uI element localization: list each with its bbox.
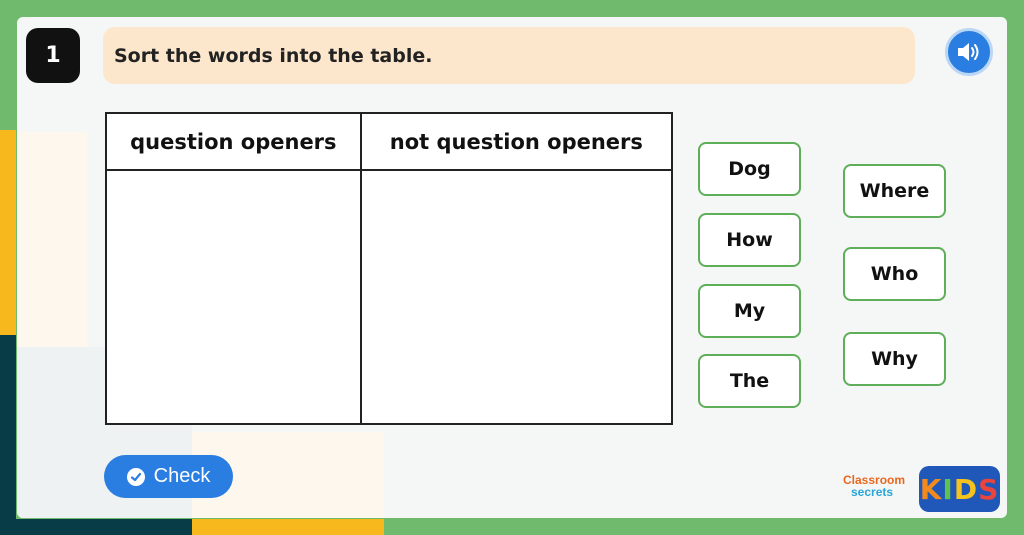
check-circle-icon (126, 467, 145, 486)
drop-zone-not-question-openers[interactable] (359, 169, 674, 425)
card-tint (17, 132, 87, 347)
background-block-navy (0, 335, 16, 535)
background-block-yellow-bottom (192, 519, 384, 535)
check-button-label: Check (153, 465, 211, 487)
classroom-secrets-logo: Classroom secrets (843, 474, 915, 508)
logo-letter-i: I (942, 472, 954, 506)
speaker-icon (958, 43, 979, 61)
logo-letter-s: S (978, 472, 1000, 506)
activity-card: 1 Sort the words into the table. questio… (17, 17, 1007, 518)
instruction-text: Sort the words into the table. (114, 44, 433, 67)
column-header-question-openers: question openers (105, 112, 362, 171)
word-tile-dog[interactable]: Dog (698, 142, 801, 196)
logo-letter-k: K (919, 472, 943, 506)
word-tile-who[interactable]: Who (843, 247, 946, 301)
background-block-navy-bottom (0, 519, 192, 535)
drop-zone-question-openers[interactable] (105, 169, 362, 425)
column-header-not-question-openers: not question openers (359, 112, 674, 171)
word-tile-the[interactable]: The (698, 354, 801, 408)
word-tile-how[interactable]: How (698, 213, 801, 267)
audio-button[interactable] (945, 28, 993, 76)
sorting-table: question openers not question openers (105, 112, 674, 425)
check-button[interactable]: Check (104, 455, 233, 498)
word-tile-where[interactable]: Where (843, 164, 946, 218)
logo-letter-d: D (953, 472, 979, 506)
instruction-banner: Sort the words into the table. (103, 27, 915, 84)
kids-logo: K I D S (919, 466, 1000, 512)
question-number-badge: 1 (26, 28, 80, 83)
word-tile-my[interactable]: My (698, 284, 801, 338)
background-block-yellow (0, 130, 16, 335)
word-tile-why[interactable]: Why (843, 332, 946, 386)
logo-text-secrets: secrets (851, 485, 894, 499)
